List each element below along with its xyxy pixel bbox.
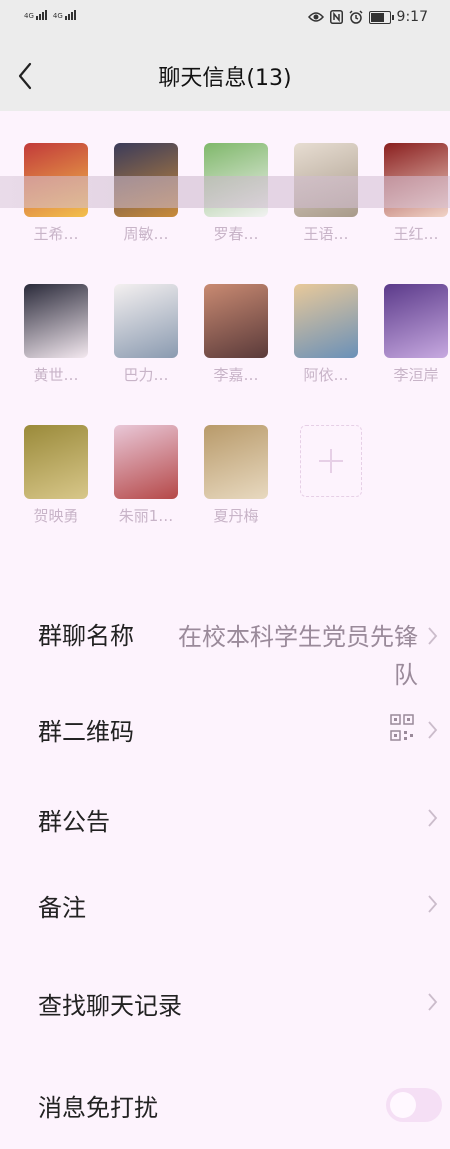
group-name-value: 在校本科学生党员先锋队 — [178, 623, 418, 689]
avatar[interactable] — [204, 425, 268, 499]
member-item[interactable]: 巴力… — [110, 284, 182, 385]
avatar[interactable] — [294, 284, 358, 358]
render-artifact-band — [0, 176, 450, 208]
signal-indicators: 4G 4G — [24, 10, 76, 20]
member-name: 周敏… — [123, 225, 169, 243]
chevron-right-icon — [428, 993, 438, 1011]
search-history-label: 查找聊天记录 — [38, 992, 182, 1020]
search-history-row[interactable]: 查找聊天记录 — [0, 976, 450, 1036]
member-item[interactable]: 阿依… — [290, 284, 362, 385]
eye-icon — [307, 12, 324, 22]
member-item[interactable]: 李洹岸 — [380, 284, 450, 385]
avatar[interactable] — [24, 284, 88, 358]
qr-code-row[interactable]: 群二维码 — [0, 702, 450, 762]
alarm-icon — [349, 10, 363, 24]
battery-icon — [368, 10, 394, 24]
member-name: 夏丹梅 — [213, 507, 259, 525]
notice-label: 群公告 — [38, 808, 110, 836]
member-name: 王语… — [303, 225, 349, 243]
member-name: 朱丽1… — [118, 507, 174, 525]
header: 聊天信息(13) — [0, 40, 450, 111]
plus-icon[interactable] — [300, 425, 362, 497]
member-name: 王红… — [393, 225, 439, 243]
signal-icon-2: 4G — [53, 10, 76, 20]
mute-row: 消息免打扰 — [0, 1078, 450, 1138]
add-member[interactable] — [295, 425, 367, 497]
chevron-right-icon — [428, 721, 438, 739]
avatar[interactable] — [204, 284, 268, 358]
page-title: 聊天信息(13) — [158, 66, 292, 91]
member-item[interactable]: 李嘉… — [200, 284, 272, 385]
avatar[interactable] — [24, 425, 88, 499]
member-name: 王希… — [33, 225, 79, 243]
member-name: 罗春… — [213, 225, 259, 243]
network-type-2: 4G — [52, 12, 63, 20]
chevron-right-icon — [428, 809, 438, 827]
status-bar: 4G 4G 9:17 — [0, 0, 450, 40]
member-name: 黄世… — [33, 366, 79, 384]
nfc-icon — [329, 10, 343, 24]
member-name: 贺映勇 — [33, 507, 79, 525]
notice-row[interactable]: 群公告 — [0, 792, 450, 852]
member-item[interactable]: 夏丹梅 — [200, 425, 272, 526]
remark-row[interactable]: 备注 — [0, 878, 450, 938]
qr-code-icon — [390, 714, 414, 741]
member-name: 阿依… — [303, 366, 349, 384]
chevron-right-icon — [428, 895, 438, 913]
qr-code-label: 群二维码 — [38, 718, 134, 746]
member-item[interactable]: 朱丽1… — [110, 425, 182, 526]
member-item[interactable]: 黄世… — [20, 284, 92, 385]
clock: 9:17 — [396, 9, 428, 25]
mute-label: 消息免打扰 — [38, 1094, 158, 1122]
avatar[interactable] — [384, 284, 448, 358]
network-type-1: 4G — [24, 12, 34, 20]
group-name-label: 群聊名称 — [38, 622, 134, 650]
avatar[interactable] — [114, 425, 178, 499]
member-name: 李嘉… — [213, 366, 259, 384]
group-name-row[interactable]: 群聊名称 在校本科学生党员先锋队 — [0, 584, 450, 689]
signal-icon-1: 4G — [24, 10, 47, 20]
avatar[interactable] — [114, 284, 178, 358]
mute-toggle[interactable] — [386, 1088, 442, 1122]
chevron-right-icon — [428, 627, 438, 645]
toggle-knob — [390, 1092, 416, 1118]
member-item[interactable]: 贺映勇 — [20, 425, 92, 526]
member-name: 李洹岸 — [393, 366, 439, 384]
member-name: 巴力… — [123, 366, 169, 384]
remark-label: 备注 — [38, 894, 86, 922]
